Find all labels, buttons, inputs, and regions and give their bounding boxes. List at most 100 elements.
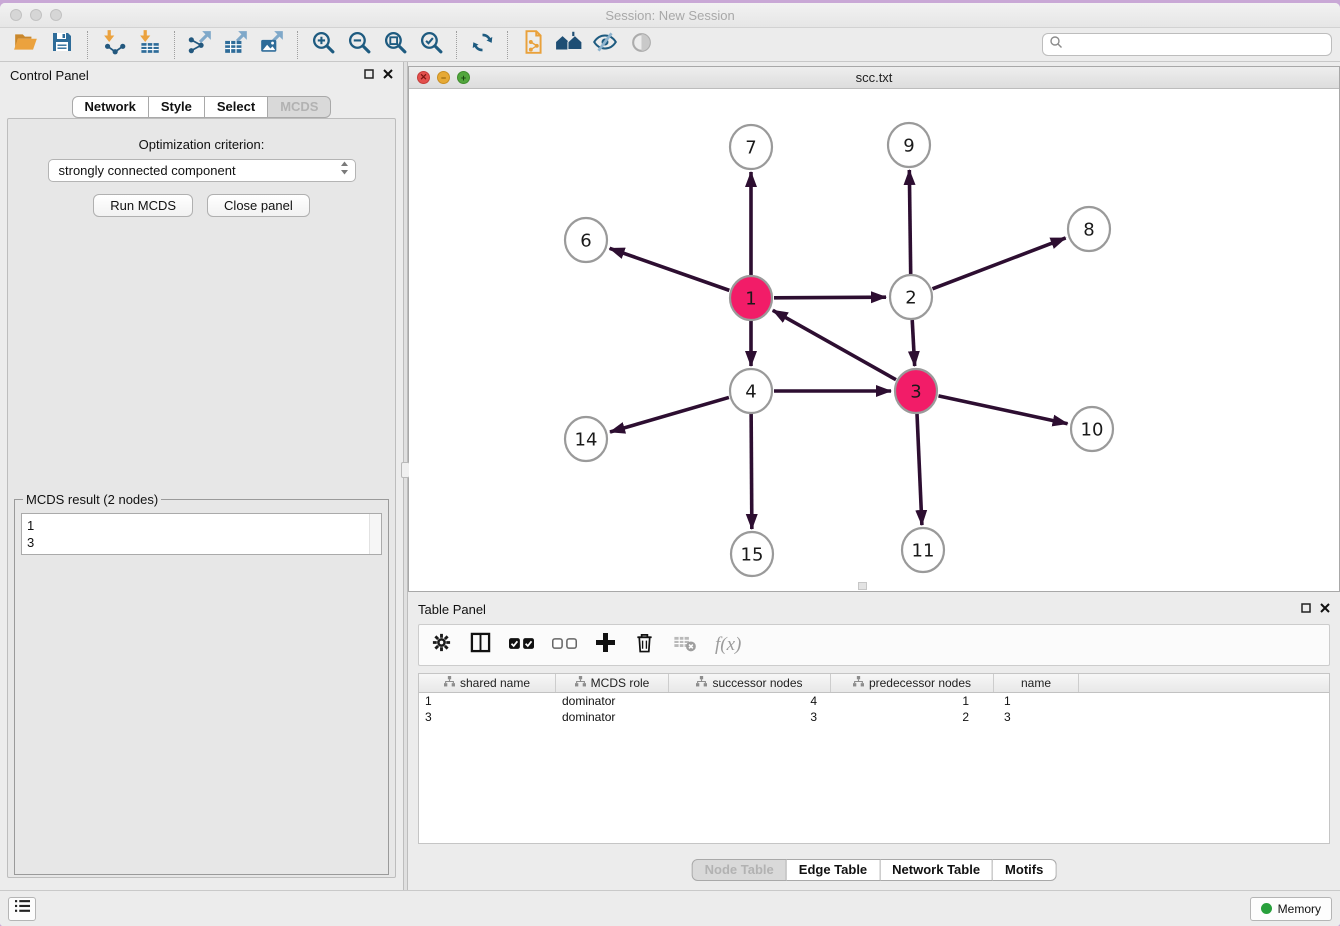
tab-node-table[interactable]: Node Table	[692, 859, 787, 881]
cell-shared-name[interactable]: 1	[419, 693, 556, 709]
close-panel-icon[interactable]	[383, 66, 393, 84]
float-panel-icon[interactable]	[364, 66, 374, 84]
tab-edge-table[interactable]: Edge Table	[787, 859, 880, 881]
cell-shared-name[interactable]: 3	[419, 709, 556, 725]
home-button[interactable]	[551, 30, 587, 60]
zoom-out-button[interactable]	[341, 30, 377, 60]
deselect-all-button[interactable]	[552, 636, 577, 654]
tab-style[interactable]: Style	[149, 96, 205, 118]
function-builder-button[interactable]: f(x)	[715, 634, 741, 656]
column-header-successor-nodes[interactable]: successor nodes	[669, 674, 831, 692]
canvas-scroll-handle[interactable]	[858, 582, 867, 590]
graph-edge-2-8[interactable]	[932, 238, 1065, 289]
column-header-mcds-role[interactable]: MCDS role	[556, 674, 669, 692]
select-all-button[interactable]	[509, 636, 534, 654]
export-network-button[interactable]	[182, 30, 218, 60]
column-header-predecessor-nodes[interactable]: predecessor nodes	[831, 674, 994, 692]
network-maximize-icon[interactable]: +	[457, 71, 470, 84]
show-panels-button[interactable]	[8, 897, 36, 921]
graph-node-8[interactable]: 8	[1068, 207, 1110, 251]
search-input[interactable]	[1067, 38, 1325, 52]
graph-node-7[interactable]: 7	[730, 125, 772, 169]
toolbar-separator	[297, 31, 298, 59]
delete-table-icon	[673, 633, 697, 657]
mcds-result-line: 3	[27, 534, 376, 551]
graph-node-9[interactable]: 9	[888, 123, 930, 167]
show-columns-button[interactable]	[470, 632, 491, 658]
cell-successor-nodes[interactable]: 3	[669, 709, 831, 725]
add-column-button[interactable]	[595, 632, 616, 658]
import-network-button[interactable]	[95, 30, 131, 60]
graph-node-10[interactable]: 10	[1071, 407, 1113, 451]
graph-node-1[interactable]: 1	[730, 276, 772, 320]
close-table-panel-icon[interactable]	[1320, 600, 1330, 618]
close-window-icon[interactable]	[10, 9, 22, 21]
network-graph[interactable]: 7 9 6 8 1 2 4 3 14 10 15 11	[409, 89, 1339, 591]
graph-node-11[interactable]: 11	[902, 528, 944, 572]
zoom-fit-button[interactable]	[377, 30, 413, 60]
graph-edge-2-9[interactable]	[909, 170, 910, 274]
refresh-view-button[interactable]	[464, 30, 500, 60]
column-header-name[interactable]: name	[994, 674, 1079, 692]
graph-edge-4-14[interactable]	[610, 397, 729, 432]
clone-network-button[interactable]	[515, 30, 551, 60]
graph-node-14[interactable]: 14	[565, 417, 607, 461]
checked-boxes-icon	[509, 636, 534, 654]
graph-node-3[interactable]: 3	[895, 369, 937, 413]
graph-node-15[interactable]: 15	[731, 532, 773, 576]
tab-network[interactable]: Network	[72, 96, 149, 118]
export-image-button[interactable]	[254, 30, 290, 60]
cell-name[interactable]: 1	[994, 693, 1079, 709]
search-box[interactable]	[1042, 33, 1332, 56]
tab-select[interactable]: Select	[205, 96, 268, 118]
column-header-shared-name[interactable]: shared name	[419, 674, 556, 692]
graph-edge-1-6[interactable]	[610, 248, 730, 290]
network-close-icon[interactable]: ✕	[417, 71, 430, 84]
network-minimize-icon[interactable]: −	[437, 71, 450, 84]
criterion-select[interactable]: strongly connected component	[48, 159, 356, 182]
tab-mcds[interactable]: MCDS	[268, 96, 331, 118]
graph-edge-3-10[interactable]	[938, 396, 1067, 424]
float-table-panel-icon[interactable]	[1301, 600, 1311, 618]
graph-edge-1-2[interactable]	[774, 297, 886, 298]
tab-motifs[interactable]: Motifs	[993, 859, 1056, 881]
graph-edge-3-11[interactable]	[917, 414, 922, 525]
save-session-button[interactable]	[44, 30, 80, 60]
hide-graphics-button[interactable]	[587, 30, 623, 60]
mcds-result-textarea[interactable]: 1 3	[21, 513, 382, 555]
tab-network-table[interactable]: Network Table	[880, 859, 993, 881]
cell-predecessor-nodes[interactable]: 2	[831, 709, 994, 725]
show-graphics-button[interactable]	[623, 30, 659, 60]
zoom-selected-button[interactable]	[413, 30, 449, 60]
toolbar-separator	[456, 31, 457, 59]
cell-mcds-role[interactable]: dominator	[556, 693, 669, 709]
graph-edge-4-15[interactable]	[751, 414, 752, 529]
table-row[interactable]: 3 dominator 3 2 3	[419, 709, 1329, 725]
result-scrollbar[interactable]	[369, 514, 381, 554]
graph-node-2[interactable]: 2	[890, 275, 932, 319]
graph-edge-3-1[interactable]	[773, 310, 896, 379]
network-canvas[interactable]: 7 9 6 8 1 2 4 3 14 10 15 11	[409, 89, 1339, 591]
table-row[interactable]: 1 dominator 4 1 1	[419, 693, 1329, 709]
cell-name[interactable]: 3	[994, 709, 1079, 725]
graph-node-6[interactable]: 6	[565, 218, 607, 262]
cell-predecessor-nodes[interactable]: 1	[831, 693, 994, 709]
cell-successor-nodes[interactable]: 4	[669, 693, 831, 709]
cell-mcds-role[interactable]: dominator	[556, 709, 669, 725]
open-session-button[interactable]	[8, 30, 44, 60]
zoom-fit-icon	[383, 30, 408, 60]
close-panel-button[interactable]: Close panel	[207, 194, 310, 217]
graph-node-4[interactable]: 4	[730, 369, 772, 413]
run-mcds-button[interactable]: Run MCDS	[93, 194, 193, 217]
memory-button[interactable]: Memory	[1250, 897, 1332, 921]
delete-table-button[interactable]	[673, 633, 697, 657]
export-table-button[interactable]	[218, 30, 254, 60]
table-settings-button[interactable]	[431, 632, 452, 658]
zoom-in-button[interactable]	[305, 30, 341, 60]
minimize-window-icon[interactable]	[30, 9, 42, 21]
svg-text:7: 7	[745, 137, 756, 158]
import-table-button[interactable]	[131, 30, 167, 60]
delete-column-button[interactable]	[634, 632, 655, 658]
zoom-window-icon[interactable]	[50, 9, 62, 21]
graph-edge-2-3[interactable]	[912, 320, 914, 366]
